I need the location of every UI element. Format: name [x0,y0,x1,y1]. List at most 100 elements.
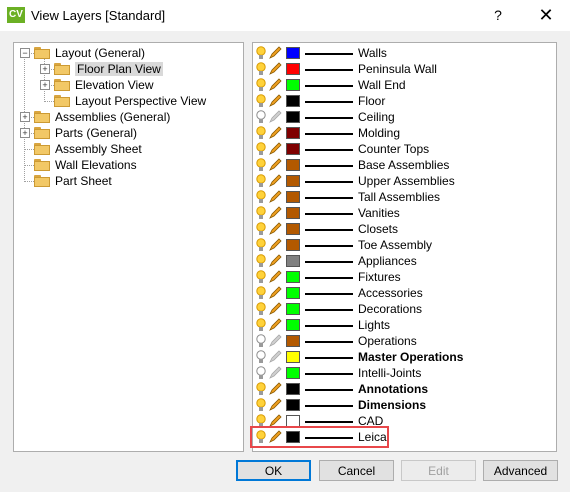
line-style[interactable] [305,341,353,343]
line-style[interactable] [305,421,353,423]
pencil-icon[interactable] [268,222,282,236]
advanced-button[interactable]: Advanced [483,460,558,481]
lightbulb-off-icon[interactable] [256,366,266,380]
cancel-button[interactable]: Cancel [319,460,394,481]
color-swatch[interactable] [286,303,300,315]
layer-row[interactable]: Closets [253,221,553,237]
layer-row[interactable]: Walls [253,45,553,61]
line-style[interactable] [305,373,353,375]
expand-icon[interactable]: + [40,80,50,90]
layer-row[interactable]: Fixtures [253,269,553,285]
tree-item[interactable]: Layout (General) [34,45,145,61]
lightbulb-on-icon[interactable] [256,206,266,220]
lightbulb-off-icon[interactable] [256,334,266,348]
line-style[interactable] [305,197,353,199]
lightbulb-on-icon[interactable] [256,318,266,332]
help-button[interactable]: ? [483,5,513,25]
tree-item[interactable]: Elevation View [54,77,154,93]
layer-row[interactable]: Peninsula Wall [253,61,553,77]
color-swatch[interactable] [286,175,300,187]
tree-item[interactable]: Parts (General) [34,125,137,141]
lightbulb-on-icon[interactable] [256,158,266,172]
color-swatch[interactable] [286,223,300,235]
color-swatch[interactable] [286,111,300,123]
color-swatch[interactable] [286,143,300,155]
line-style[interactable] [305,101,353,103]
pencil-icon[interactable] [268,382,282,396]
pencil-icon[interactable] [268,126,282,140]
layer-row[interactable]: Counter Tops [253,141,553,157]
tree-item[interactable]: Assembly Sheet [34,141,142,157]
pencil-icon[interactable] [268,238,282,252]
color-swatch[interactable] [286,383,300,395]
pencil-icon[interactable] [268,46,282,60]
color-swatch[interactable] [286,351,300,363]
lightbulb-off-icon[interactable] [256,350,266,364]
color-swatch[interactable] [286,47,300,59]
line-style[interactable] [305,149,353,151]
edit-button[interactable]: Edit [401,460,476,481]
layer-row[interactable]: Accessories [253,285,553,301]
color-swatch[interactable] [286,207,300,219]
lightbulb-on-icon[interactable] [256,382,266,396]
line-style[interactable] [305,245,353,247]
lightbulb-on-icon[interactable] [256,238,266,252]
pencil-icon[interactable] [268,398,282,412]
layer-row[interactable]: Vanities [253,205,553,221]
pencil-icon[interactable] [268,302,282,316]
layer-row[interactable]: Appliances [253,253,553,269]
color-swatch[interactable] [286,95,300,107]
line-style[interactable] [305,293,353,295]
layer-row[interactable]: Tall Assemblies [253,189,553,205]
lightbulb-on-icon[interactable] [256,190,266,204]
line-style[interactable] [305,229,353,231]
line-style[interactable] [305,133,353,135]
color-swatch[interactable] [286,127,300,139]
view-tree[interactable]: − Layout (General) + Floor Plan View + Elevat… [13,42,244,452]
pencil-icon[interactable] [268,158,282,172]
layer-row[interactable]: Lights [253,317,553,333]
line-style[interactable] [305,165,353,167]
expand-icon[interactable]: + [20,128,30,138]
tree-item[interactable]: Layout Perspective View [54,93,206,109]
line-style[interactable] [305,85,353,87]
color-swatch[interactable] [286,79,300,91]
pencil-icon[interactable] [268,78,282,92]
pencil-icon[interactable] [268,190,282,204]
layer-row[interactable]: Floor [253,93,553,109]
tree-item[interactable]: Part Sheet [34,173,112,189]
line-style[interactable] [305,357,353,359]
lightbulb-on-icon[interactable] [256,222,266,236]
line-style[interactable] [305,213,353,215]
color-swatch[interactable] [286,63,300,75]
color-swatch[interactable] [286,271,300,283]
lightbulb-on-icon[interactable] [256,62,266,76]
layer-row[interactable]: Master Operations [253,349,553,365]
pencil-icon[interactable] [268,94,282,108]
line-style[interactable] [305,309,353,311]
layer-row[interactable]: Wall End [253,77,553,93]
color-swatch[interactable] [286,367,300,379]
ok-button[interactable]: OK [236,460,311,481]
tree-item[interactable]: Floor Plan View [54,61,163,77]
line-style[interactable] [305,277,353,279]
pencil-icon[interactable] [268,318,282,332]
pencil-disabled-icon[interactable] [268,334,282,348]
color-swatch[interactable] [286,159,300,171]
color-swatch[interactable] [286,191,300,203]
layer-row[interactable]: Dimensions [253,397,553,413]
layer-row[interactable]: Base Assemblies [253,157,553,173]
lightbulb-on-icon[interactable] [256,398,266,412]
layer-row[interactable]: Operations [253,333,553,349]
tree-item[interactable]: Wall Elevations [34,157,137,173]
pencil-disabled-icon[interactable] [268,110,282,124]
line-style[interactable] [305,53,353,55]
line-style[interactable] [305,261,353,263]
color-swatch[interactable] [286,287,300,299]
color-swatch[interactable] [286,239,300,251]
line-style[interactable] [305,325,353,327]
layer-row[interactable]: Upper Assemblies [253,173,553,189]
layer-row[interactable]: Annotations [253,381,553,397]
pencil-icon[interactable] [268,174,282,188]
lightbulb-off-icon[interactable] [256,110,266,124]
